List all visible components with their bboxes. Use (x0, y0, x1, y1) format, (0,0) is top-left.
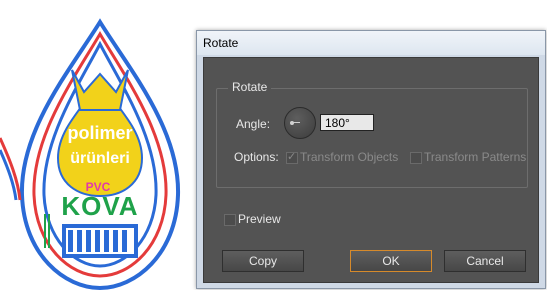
preview-label: Preview (238, 212, 281, 226)
angle-dial[interactable] (284, 107, 316, 139)
transform-patterns-label: Transform Patterns (424, 150, 527, 164)
preview-checkbox[interactable] (224, 214, 236, 226)
cancel-button[interactable]: Cancel (444, 250, 526, 272)
logo-artwork: polimer ürünleri PVC KOVA (0, 0, 200, 290)
rotate-dialog: Rotate Rotate Angle: Options: Transform … (196, 30, 546, 289)
options-label: Options: (234, 150, 279, 164)
dial-dot (290, 121, 294, 125)
dialog-body: Rotate Angle: Options: Transform Objects… (203, 57, 539, 283)
dialog-title: Rotate (203, 36, 239, 50)
logo-graphic (0, 18, 181, 290)
dialog-titlebar[interactable]: Rotate (197, 31, 545, 55)
ok-button[interactable]: OK (350, 250, 432, 272)
angle-input[interactable] (320, 114, 374, 131)
artboard: polimer ürünleri PVC KOVA Rotate Rotate … (0, 0, 547, 290)
brand-text: KOVA (61, 191, 139, 221)
copy-button[interactable]: Copy (222, 250, 304, 272)
transform-patterns-checkbox[interactable] (410, 152, 422, 164)
transform-objects-label: Transform Objects (300, 150, 399, 164)
logo-text-line-1: polimer (67, 123, 133, 143)
transform-objects-checkbox[interactable] (286, 150, 298, 164)
logo-text-line-2: ürünleri (70, 150, 130, 167)
rotate-group (216, 88, 528, 188)
angle-label: Angle: (236, 117, 271, 131)
rotate-group-label: Rotate (228, 80, 272, 94)
